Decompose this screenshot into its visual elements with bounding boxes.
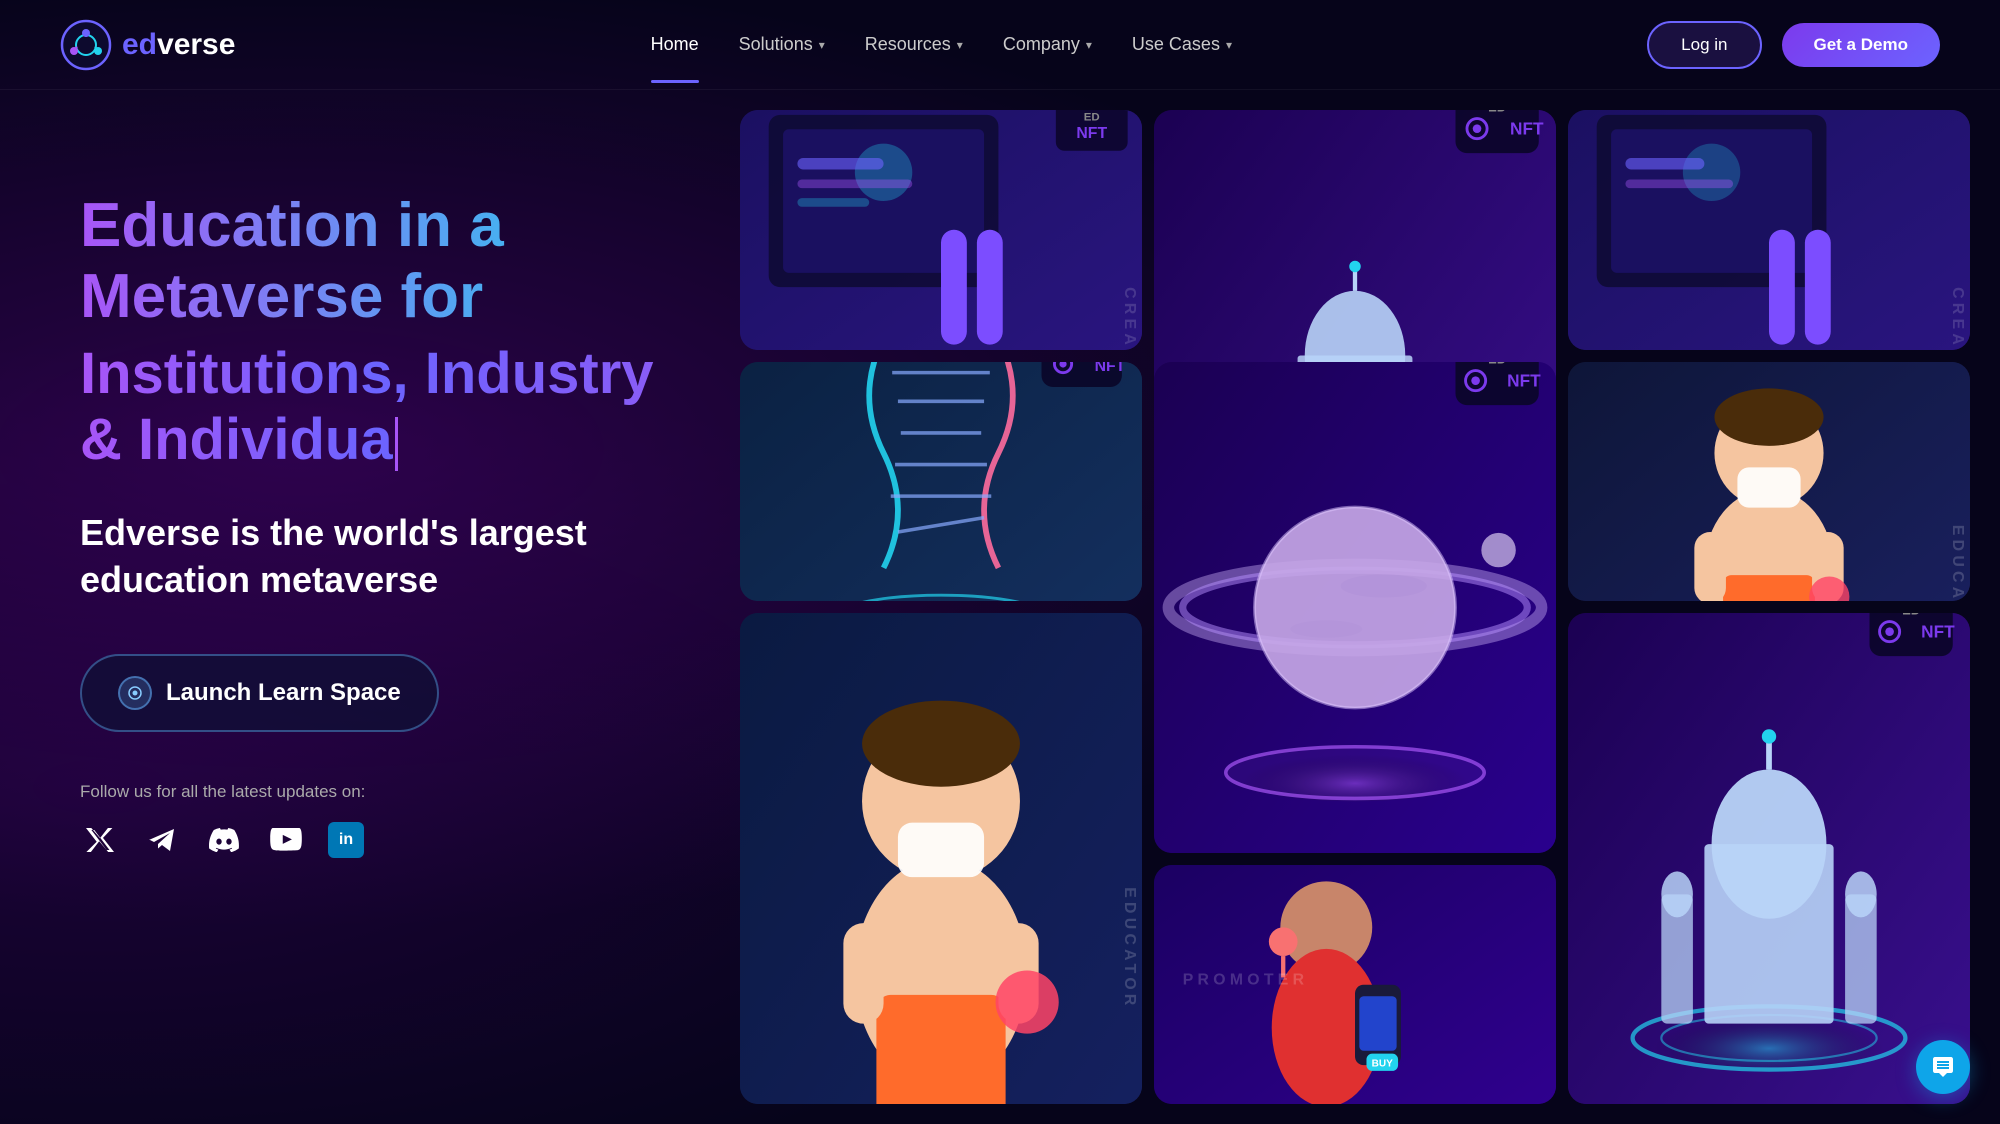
login-button[interactable]: Log in (1647, 21, 1761, 69)
nav-resources[interactable]: Resources ▾ (865, 34, 963, 55)
logo[interactable]: edverse (60, 19, 235, 71)
telegram-icon[interactable] (142, 820, 182, 860)
launch-learn-space-button[interactable]: Launch Learn Space (80, 654, 439, 732)
twitter-icon[interactable] (80, 820, 120, 860)
svg-text:NFT: NFT (1507, 370, 1541, 390)
main-nav: Home Solutions ▾ Resources ▾ Company ▾ U… (651, 34, 1232, 55)
edverse-logo-icon (60, 19, 112, 71)
discord-icon[interactable] (204, 820, 244, 860)
svg-text:ED: ED (1902, 613, 1920, 617)
nav-use-cases[interactable]: Use Cases ▾ (1132, 34, 1232, 55)
get-demo-button[interactable]: Get a Demo (1782, 23, 1940, 67)
svg-text:EDUCATOR: EDUCATOR (1949, 524, 1966, 601)
follow-text: Follow us for all the latest updates on: (80, 782, 670, 802)
card-educator-2: EDUCATOR (740, 613, 1142, 1104)
card-saturn: ED NFT (1154, 362, 1556, 853)
chevron-down-icon: ▾ (819, 38, 825, 52)
hero-subheadline: Edverse is the world's largest education… (80, 510, 670, 604)
svg-text:ED: ED (1084, 112, 1100, 124)
linkedin-icon[interactable]: in (328, 822, 364, 858)
header-actions: Log in Get a Demo (1647, 21, 1940, 69)
social-icons-row: in (80, 820, 670, 860)
card-creator-2: CREATOR (1568, 110, 1970, 350)
youtube-icon[interactable] (266, 820, 306, 860)
card-taj-2: ED NFT (1568, 613, 1970, 1104)
launch-icon (118, 676, 152, 710)
main-content: Education in a Metaverse for Institution… (0, 90, 2000, 1124)
card-promoter: BUY PROMOTER (1154, 865, 1556, 1105)
hero-headline-line2: Institutions, Industry & Individua (80, 341, 670, 474)
card-dna: ED NFT (740, 362, 1142, 602)
svg-text:EDUCATOR: EDUCATOR (1121, 887, 1138, 1009)
svg-text:NFT: NFT (1921, 621, 1955, 641)
chat-button[interactable] (1916, 1040, 1970, 1094)
card-creator-1: ED NFT CREATOR (740, 110, 1142, 350)
card-educator-1: EDUCATOR (1568, 362, 1970, 602)
cards-grid: ED NFT CREATOR (730, 90, 2000, 1124)
chevron-down-icon: ▾ (1086, 38, 1092, 52)
svg-text:CREATOR: CREATOR (1949, 287, 1966, 349)
svg-text:PROMOTER: PROMOTER (1183, 971, 1309, 988)
svg-text:ED: ED (1488, 362, 1506, 366)
svg-text:CREATOR: CREATOR (1121, 287, 1138, 349)
svg-text:NFT: NFT (1095, 362, 1126, 375)
svg-text:NFT: NFT (1076, 125, 1107, 142)
nav-company[interactable]: Company ▾ (1003, 34, 1092, 55)
nav-solutions[interactable]: Solutions ▾ (739, 34, 825, 55)
svg-text:NFT: NFT (1510, 118, 1544, 138)
nav-home[interactable]: Home (651, 34, 699, 55)
svg-text:BUY: BUY (1372, 1058, 1393, 1069)
chevron-down-icon: ▾ (1226, 38, 1232, 52)
svg-text:ED: ED (1488, 110, 1506, 114)
hero-headline-line1: Education in a Metaverse for (80, 190, 670, 333)
header: edverse Home Solutions ▾ Resources ▾ Com… (0, 0, 2000, 90)
chevron-down-icon: ▾ (957, 38, 963, 52)
hero-left-panel: Education in a Metaverse for Institution… (0, 90, 730, 1124)
text-cursor (395, 417, 398, 471)
logo-text: edverse (122, 28, 235, 62)
